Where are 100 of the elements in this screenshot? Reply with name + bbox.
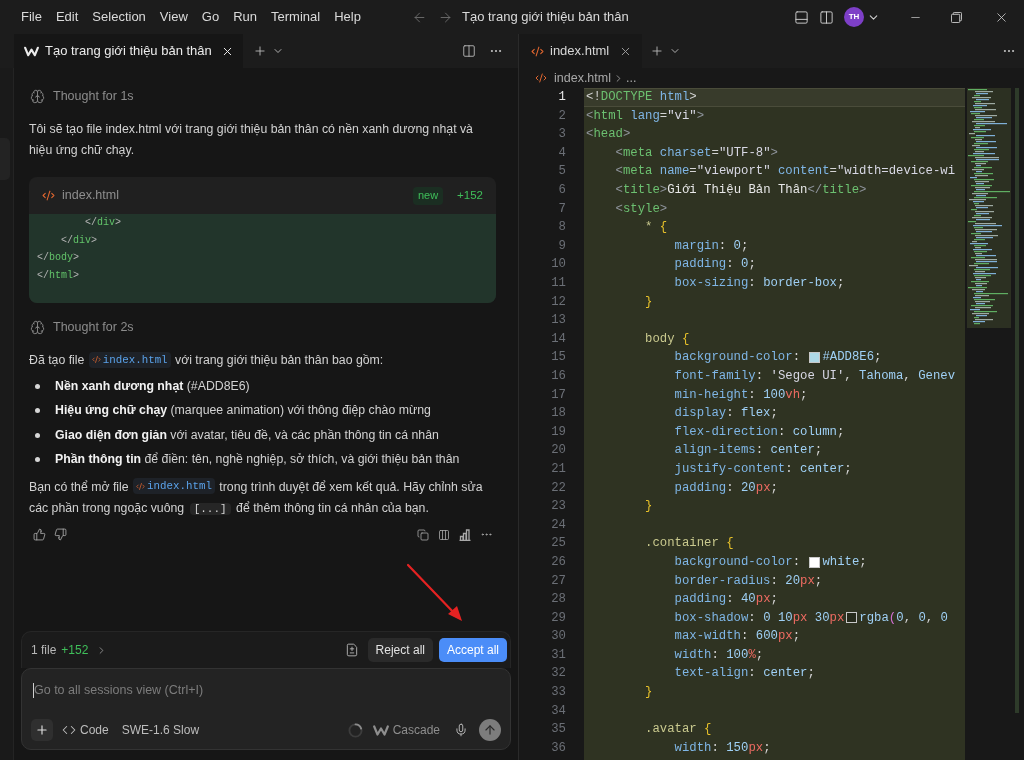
- code-text: </body>: [37, 251, 80, 266]
- menu-item[interactable]: Terminal: [264, 5, 328, 29]
- line-number: 26: [551, 553, 566, 571]
- copy-icon[interactable]: [417, 528, 429, 541]
- code-text: box-sizing: border-box;: [674, 275, 845, 292]
- line-number: 7: [558, 200, 566, 218]
- split-view-icon[interactable]: [819, 9, 834, 25]
- arrow-right-icon[interactable]: [438, 9, 453, 25]
- list-item-text: Phần thông tin để điền: tên, nghề nghiệp, sở thích, và giới thiệu bản thân: [55, 450, 460, 468]
- color-swatch-icon[interactable]: [809, 352, 821, 364]
- code-text: min-height: 100vh;: [674, 386, 808, 404]
- changes-summary[interactable]: 1 file +152: [31, 641, 108, 659]
- restore-icon[interactable]: [951, 11, 962, 23]
- add-button[interactable]: [31, 719, 53, 741]
- code-text: .avatar {: [645, 721, 712, 739]
- line-number: 8: [558, 219, 566, 237]
- code-icon: [136, 481, 146, 491]
- message-input[interactable]: Go to all sessions view (Ctrl+I): [34, 681, 499, 700]
- code-text: display: flex;: [674, 405, 778, 423]
- mode-button[interactable]: Code: [62, 721, 109, 739]
- code-text: <!DOCTYPE html>: [586, 89, 697, 107]
- file-link[interactable]: index.html: [133, 478, 215, 495]
- line-number: 1: [558, 89, 566, 107]
- breadcrumb-item[interactable]: ...: [626, 68, 637, 88]
- menu-item[interactable]: Selection: [85, 5, 153, 29]
- bar-chart-icon[interactable]: [459, 528, 471, 541]
- thumbs-down-icon[interactable]: [54, 528, 67, 542]
- account-avatar[interactable]: TH: [844, 7, 864, 27]
- code-text: * {: [645, 219, 668, 237]
- code-text: <meta charset="UTF-8">: [615, 144, 778, 162]
- code-text: margin: 0;: [674, 237, 749, 255]
- bullet-icon: [35, 408, 40, 414]
- line-number: 12: [551, 293, 566, 311]
- added-count: +152: [457, 187, 483, 203]
- chat-tab[interactable]: Tạo trang giới thiệu bản thân: [14, 34, 243, 68]
- line-number: 2: [558, 107, 566, 125]
- code-text: </div>: [61, 233, 98, 248]
- code-icon: [91, 355, 101, 364]
- line-number: 24: [551, 516, 566, 534]
- code-text: border-radius: 20px;: [674, 572, 823, 590]
- line-number: 27: [551, 572, 566, 590]
- code-text: width: 100%;: [674, 646, 764, 664]
- columns-icon[interactable]: [438, 528, 450, 541]
- list-item-text: Nền xanh dương nhạt (#ADD8E6): [55, 378, 250, 395]
- menu-item[interactable]: File: [14, 5, 49, 29]
- line-number: 3: [558, 126, 566, 144]
- file-name[interactable]: index.html: [62, 186, 119, 205]
- line-number: 28: [551, 591, 566, 609]
- menu-item[interactable]: View: [152, 5, 195, 29]
- file-link[interactable]: index.html: [88, 351, 171, 368]
- reject-all-button[interactable]: Reject all: [367, 638, 433, 662]
- code-text: <head>: [586, 126, 631, 144]
- list-item-text: Hiệu ứng chữ chạy (marquee animation) với thông điệp chào mừng: [55, 402, 431, 420]
- agent-button[interactable]: Cascade: [372, 721, 440, 739]
- code-text: <html lang="vi">: [586, 107, 705, 125]
- arrow-left-icon[interactable]: [412, 9, 427, 25]
- line-number: 10: [551, 256, 566, 274]
- code-text: }: [645, 498, 653, 516]
- message-text: Tôi sẽ tạo file index.html với trang giới thiệu bản thân có nền xanh dương nhạt và hiệu ứng chữ chạy.: [29, 121, 474, 159]
- split-view-icon[interactable]: [462, 44, 476, 58]
- model-button[interactable]: SWE-1.6 Slow: [121, 721, 200, 739]
- color-swatch-icon[interactable]: [809, 556, 821, 568]
- menu-item[interactable]: Help: [327, 5, 368, 29]
- send-button[interactable]: [479, 719, 501, 741]
- text-cursor-icon: [33, 682, 34, 698]
- code-text: background-color:: [674, 349, 802, 367]
- thought-label[interactable]: Thought for 1s: [53, 86, 134, 106]
- annotation-arrow: [406, 563, 464, 623]
- code-text: rgba(0, 0, 0: [859, 609, 948, 627]
- breadcrumb-item[interactable]: index.html: [554, 68, 611, 88]
- wave-logo-icon: [372, 724, 389, 736]
- plus-icon[interactable]: [252, 44, 267, 58]
- message-text: Bạn có thể mở file index.html trong trình duyệt để xem kết quả. Hãy chỉnh sửa các phần trong ngoặc vuông [...] để thêm thông tin cá nhân của bạn.: [29, 477, 484, 517]
- thought-label[interactable]: Thought for 2s: [53, 317, 134, 337]
- line-number: 4: [558, 144, 566, 162]
- line-number: 13: [551, 312, 566, 330]
- line-number: 35: [551, 721, 566, 739]
- menu-item[interactable]: Go: [194, 5, 227, 29]
- file-diff-icon[interactable]: [344, 643, 359, 657]
- plus-icon[interactable]: [650, 44, 665, 58]
- line-number: 20: [551, 442, 566, 460]
- code-text: max-width: 600px;: [674, 628, 801, 646]
- message-text: Đã tạo file index.html với trang giới thiệu bản thân bao gồm:: [29, 350, 385, 370]
- panel-bottom-icon[interactable]: [794, 9, 809, 25]
- bullet-icon: [35, 432, 40, 438]
- line-number: 14: [551, 330, 566, 348]
- color-swatch-icon[interactable]: [846, 612, 858, 624]
- scrollbar-thumb[interactable]: [1015, 88, 1019, 713]
- code-text: white;: [822, 553, 867, 571]
- code-icon: [42, 189, 55, 202]
- line-number: 29: [551, 609, 566, 627]
- bullet-icon: [35, 456, 40, 462]
- code-text: body {: [645, 330, 690, 348]
- thumbs-up-icon[interactable]: [33, 528, 46, 542]
- arrow-up-icon: [483, 723, 497, 737]
- menu-item[interactable]: Edit: [48, 5, 86, 29]
- microphone-icon[interactable]: [454, 723, 468, 737]
- new-badge: new: [412, 186, 444, 205]
- editor-tab[interactable]: index.html: [519, 34, 643, 68]
- menu-item[interactable]: Run: [226, 5, 264, 29]
